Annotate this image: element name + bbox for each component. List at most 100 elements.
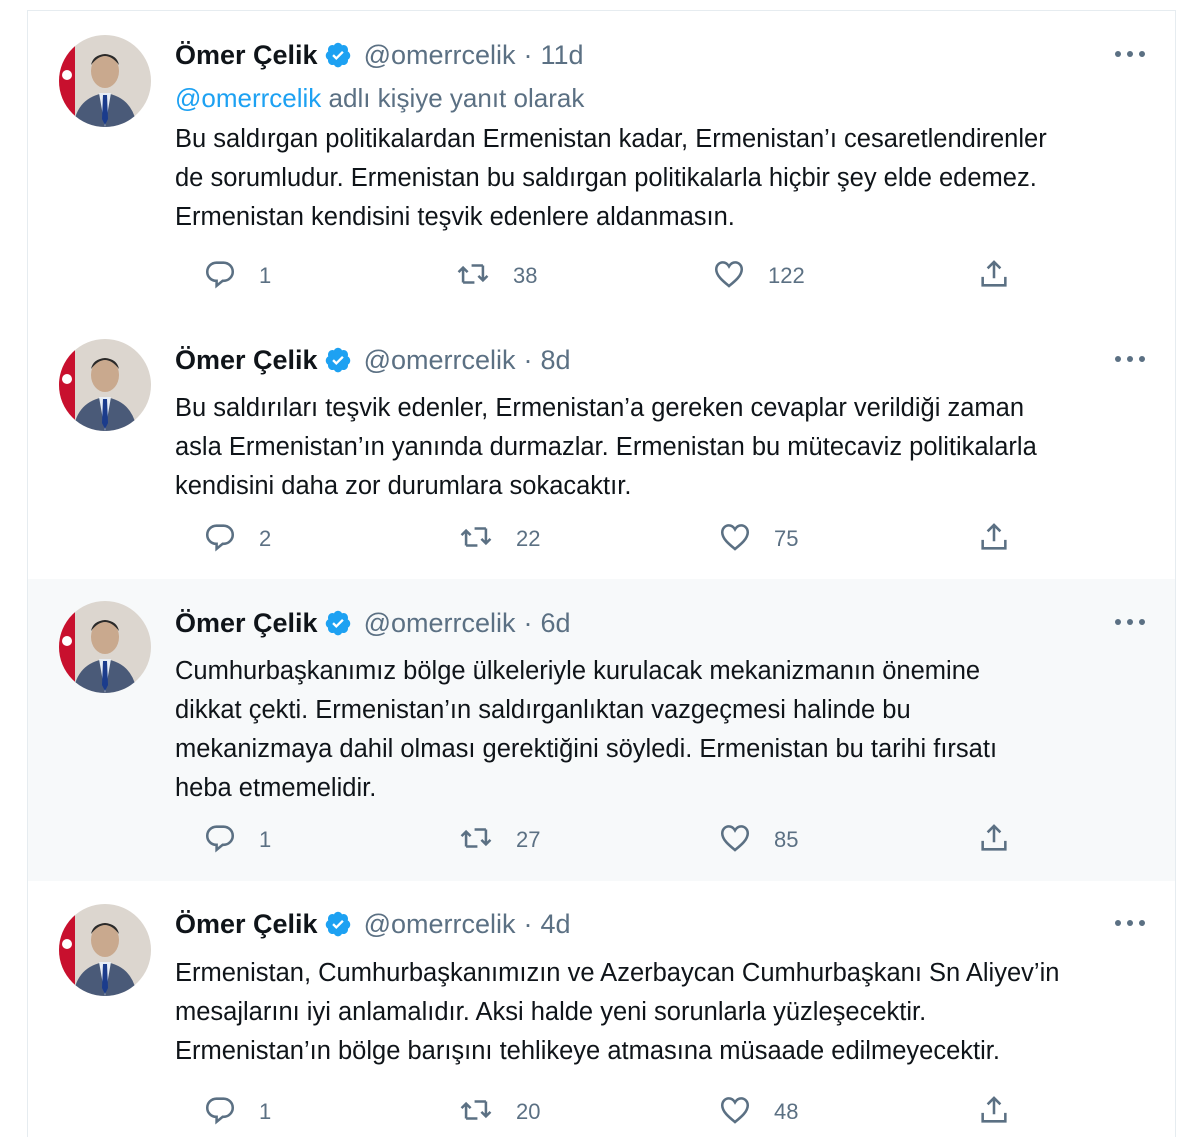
reply-count: 1 [259, 1099, 272, 1124]
reply-count: 1 [259, 827, 272, 852]
author-handle[interactable]: @omerrcelik [364, 40, 516, 71]
retweet-count: 20 [516, 1099, 541, 1124]
avatar[interactable] [59, 339, 151, 431]
tweet-header: Ömer Çelik @omerrcelik · 6d [175, 606, 571, 640]
author-name[interactable]: Ömer Çelik [175, 608, 318, 639]
tweet-text-line: Ermenistan kendisini teşvik edenlere ald… [175, 203, 735, 231]
share-button[interactable] [977, 820, 1011, 860]
heart-icon [718, 1093, 752, 1132]
retweet-count: 38 [513, 263, 538, 288]
reply-button[interactable]: 1 [203, 820, 271, 860]
retweet-icon [458, 1093, 494, 1132]
tweet-highlighted[interactable]: Ömer Çelik @omerrcelik · 6d Cumhurbaşkan… [28, 579, 1175, 882]
share-button[interactable] [977, 519, 1011, 559]
separator-dot: · [523, 39, 533, 70]
share-icon [977, 520, 1011, 559]
heart-icon [712, 257, 746, 296]
like-count: 48 [774, 1099, 799, 1124]
tweet[interactable]: Ömer Çelik @omerrcelik · 11d @omerrcelik… [28, 11, 1175, 315]
like-count: 122 [768, 263, 805, 288]
share-button[interactable] [977, 256, 1011, 296]
tweet-header: Ömer Çelik @omerrcelik · 11d [175, 38, 584, 72]
like-button[interactable]: 85 [718, 820, 798, 860]
tweet-actions: 2 22 75 [175, 519, 1155, 559]
separator-dot: · [523, 344, 533, 375]
reply-button[interactable]: 2 [203, 519, 271, 559]
reply-context: @omerrcelik adlı kişiye yanıt olarak [175, 83, 584, 114]
tweet-text-line: mesajlarını iyi anlamalıdır. Aksi halde … [175, 998, 927, 1026]
reply-bubble-icon [203, 520, 237, 559]
like-button[interactable]: 75 [718, 519, 798, 559]
tweet-timestamp[interactable]: 6d [541, 608, 571, 639]
author-name[interactable]: Ömer Çelik [175, 345, 318, 376]
verified-badge-icon [324, 609, 352, 637]
like-count: 75 [774, 526, 799, 551]
author-handle[interactable]: @omerrcelik [364, 345, 516, 376]
tweet-text-line: asla Ermenistan’ın yanında durmazlar. Er… [175, 433, 1037, 461]
retweet-button[interactable]: 22 [458, 519, 540, 559]
tweet-text-line: Cumhurbaşkanımız bölge ülkeleriyle kurul… [175, 657, 981, 685]
tweet-text-line: Ermenistan’ın bölge barışını tehlikeye a… [175, 1037, 1000, 1065]
reply-bubble-icon [203, 821, 237, 860]
retweet-button[interactable]: 20 [458, 1092, 540, 1132]
retweet-button[interactable]: 27 [458, 820, 540, 860]
heart-icon [718, 520, 752, 559]
tweet-text-line: kendisini daha zor durumlara sokacaktır. [175, 472, 632, 500]
tweet-text-line: heba etmemelidir. [175, 774, 377, 802]
tweet-text-line: dikkat çekti. Ermenistan’ın saldırganlık… [175, 696, 911, 724]
like-button[interactable]: 122 [712, 256, 805, 296]
more-dots-icon[interactable] [1110, 39, 1150, 69]
like-count: 85 [774, 827, 799, 852]
share-icon [977, 257, 1011, 296]
avatar[interactable] [59, 904, 151, 996]
tweet-text-line: Bu saldırgan politikalardan Ermenistan k… [175, 125, 1047, 153]
tweet-actions: 1 27 85 [175, 820, 1155, 860]
avatar[interactable] [59, 601, 151, 693]
avatar[interactable] [59, 35, 151, 127]
heart-icon [718, 821, 752, 860]
separator-dot: · [523, 908, 533, 939]
author-handle[interactable]: @omerrcelik [364, 909, 516, 940]
share-button[interactable] [977, 1092, 1011, 1132]
share-icon [977, 821, 1011, 860]
more-dots-icon[interactable] [1110, 908, 1150, 938]
verified-badge-icon [324, 41, 352, 69]
tweet-text-line: Ermenistan, Cumhurbaşkanımızın ve Azerba… [175, 959, 1060, 987]
retweet-button[interactable]: 38 [455, 256, 537, 296]
reply-context-text: adlı kişiye yanıt olarak [321, 83, 585, 113]
tweet-timestamp[interactable]: 4d [541, 909, 571, 940]
tweet-actions: 1 38 122 [175, 256, 1155, 296]
tweet-text: Ermenistan, Cumhurbaşkanımızın ve Azerba… [175, 954, 1155, 1071]
author-name[interactable]: Ömer Çelik [175, 909, 318, 940]
tweet[interactable]: Ömer Çelik @omerrcelik · 8d Bu saldırıla… [28, 315, 1175, 579]
reply-bubble-icon [203, 1093, 237, 1132]
tweet-actions: 1 20 48 [175, 1092, 1155, 1132]
retweet-count: 27 [516, 827, 541, 852]
reply-count: 1 [259, 263, 272, 288]
like-button[interactable]: 48 [718, 1092, 798, 1132]
tweet-timestamp[interactable]: 11d [541, 40, 584, 71]
tweet-timestamp[interactable]: 8d [541, 345, 571, 376]
tweet-text: Bu saldırıları teşvik edenler, Ermenista… [175, 389, 1155, 506]
tweet-text-line: de sorumludur. Ermenistan bu saldırgan p… [175, 164, 1037, 192]
reply-mention-link[interactable]: @omerrcelik [175, 83, 321, 113]
tweet-text: Bu saldırgan politikalardan Ermenistan k… [175, 120, 1155, 237]
author-handle[interactable]: @omerrcelik [364, 608, 516, 639]
retweet-icon [458, 821, 494, 860]
share-icon [977, 1093, 1011, 1132]
reply-button[interactable]: 1 [203, 1092, 271, 1132]
tweet-text: Cumhurbaşkanımız bölge ülkeleriyle kurul… [175, 652, 1155, 808]
retweet-icon [458, 520, 494, 559]
tweet-header: Ömer Çelik @omerrcelik · 8d [175, 343, 571, 377]
tweet-text-line: mekanizmaya dahil olması gerektiğini söy… [175, 735, 998, 763]
verified-badge-icon [324, 346, 352, 374]
retweet-icon [455, 257, 491, 296]
more-dots-icon[interactable] [1110, 607, 1150, 637]
verified-badge-icon [324, 910, 352, 938]
retweet-count: 22 [516, 526, 541, 551]
reply-button[interactable]: 1 [203, 256, 271, 296]
more-dots-icon[interactable] [1110, 344, 1150, 374]
tweet[interactable]: Ömer Çelik @omerrcelik · 4d Ermenistan, … [28, 881, 1175, 1137]
author-name[interactable]: Ömer Çelik [175, 40, 318, 71]
separator-dot: · [523, 607, 533, 638]
